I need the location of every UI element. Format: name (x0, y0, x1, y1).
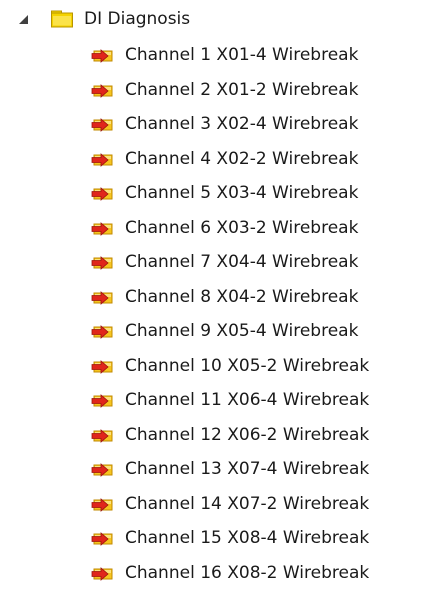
variable-input-icon (91, 46, 114, 65)
tree-item-label: Channel 3 X02-4 Wirebreak (125, 114, 359, 134)
tree-node-label: DI Diagnosis (84, 9, 191, 29)
tree-item-channel-1[interactable]: Channel 1 X01-4 Wirebreak (0, 38, 429, 73)
tree-item-channel-4[interactable]: Channel 4 X02-2 Wirebreak (0, 142, 429, 177)
tree-item-label: Channel 10 X05-2 Wirebreak (125, 355, 370, 376)
tree-item-channel-15[interactable]: Channel 15 X08-4 Wirebreak (0, 521, 429, 556)
tree-item-channel-14[interactable]: Channel 14 X07-2 Wirebreak (0, 487, 429, 522)
variable-input-icon (91, 322, 114, 341)
variable-input-icon (91, 81, 114, 100)
tree-node-di-diagnosis[interactable]: DI Diagnosis (0, 0, 429, 38)
triangle-expanded-icon[interactable] (17, 13, 30, 26)
tree-item-label: Channel 11 X06-4 Wirebreak (125, 390, 370, 410)
variable-input-icon (91, 529, 114, 548)
tree-view: DI Diagnosis Channel 1 X01-4 Wirebreak Ch… (0, 0, 429, 610)
folder-icon (51, 10, 73, 28)
tree-item-channel-7[interactable]: Channel 7 X04-4 Wirebreak (0, 245, 429, 280)
tree-item-label: Channel 12 X06-2 Wirebreak (125, 424, 370, 445)
tree-item-channel-12[interactable]: Channel 12 X06-2 Wirebreak (0, 418, 429, 453)
tree-item-channel-8[interactable]: Channel 8 X04-2 Wirebreak (0, 280, 429, 315)
tree-item-channel-13[interactable]: Channel 13 X07-4 Wirebreak (0, 452, 429, 487)
tree-item-label: Channel 13 X07-4 Wirebreak (125, 459, 370, 479)
tree-item-channel-2[interactable]: Channel 2 X01-2 Wirebreak (0, 73, 429, 108)
tree-item-label: Channel 1 X01-4 Wirebreak (125, 45, 359, 65)
tree-item-channel-10[interactable]: Channel 10 X05-2 Wirebreak (0, 349, 429, 384)
tree-item-label: Channel 7 X04-4 Wirebreak (125, 252, 359, 272)
variable-input-icon (91, 460, 114, 479)
tree-item-label: Channel 5 X03-4 Wirebreak (125, 183, 359, 203)
tree-item-channel-16[interactable]: Channel 16 X08-2 Wirebreak (0, 556, 429, 591)
variable-input-icon (91, 219, 114, 238)
tree-item-label: Channel 9 X05-4 Wirebreak (125, 321, 359, 341)
variable-input-icon (91, 391, 114, 410)
tree-item-label: Channel 6 X03-2 Wirebreak (125, 217, 359, 238)
variable-input-icon (91, 184, 114, 203)
tree-item-label: Channel 15 X08-4 Wirebreak (125, 528, 370, 548)
variable-input-icon (91, 288, 114, 307)
variable-input-icon (91, 150, 114, 169)
variable-input-icon (91, 426, 114, 445)
variable-input-icon (91, 495, 114, 514)
tree-item-label: Channel 14 X07-2 Wirebreak (125, 493, 370, 514)
tree-item-channel-3[interactable]: Channel 3 X02-4 Wirebreak (0, 107, 429, 142)
tree-item-label: Channel 4 X02-2 Wirebreak (125, 148, 359, 169)
tree-item-channel-9[interactable]: Channel 9 X05-4 Wirebreak (0, 314, 429, 349)
tree-item-label: Channel 16 X08-2 Wirebreak (125, 562, 370, 583)
tree-item-channel-5[interactable]: Channel 5 X03-4 Wirebreak (0, 176, 429, 211)
variable-input-icon (91, 357, 114, 376)
variable-input-icon (91, 115, 114, 134)
tree-item-channel-6[interactable]: Channel 6 X03-2 Wirebreak (0, 211, 429, 246)
variable-input-icon (91, 253, 114, 272)
tree-item-label: Channel 2 X01-2 Wirebreak (125, 79, 359, 100)
tree-children: Channel 1 X01-4 Wirebreak Channel 2 X01-2… (0, 38, 429, 590)
tree-item-channel-11[interactable]: Channel 11 X06-4 Wirebreak (0, 383, 429, 418)
tree-item-label: Channel 8 X04-2 Wirebreak (125, 286, 359, 307)
variable-input-icon (91, 564, 114, 583)
